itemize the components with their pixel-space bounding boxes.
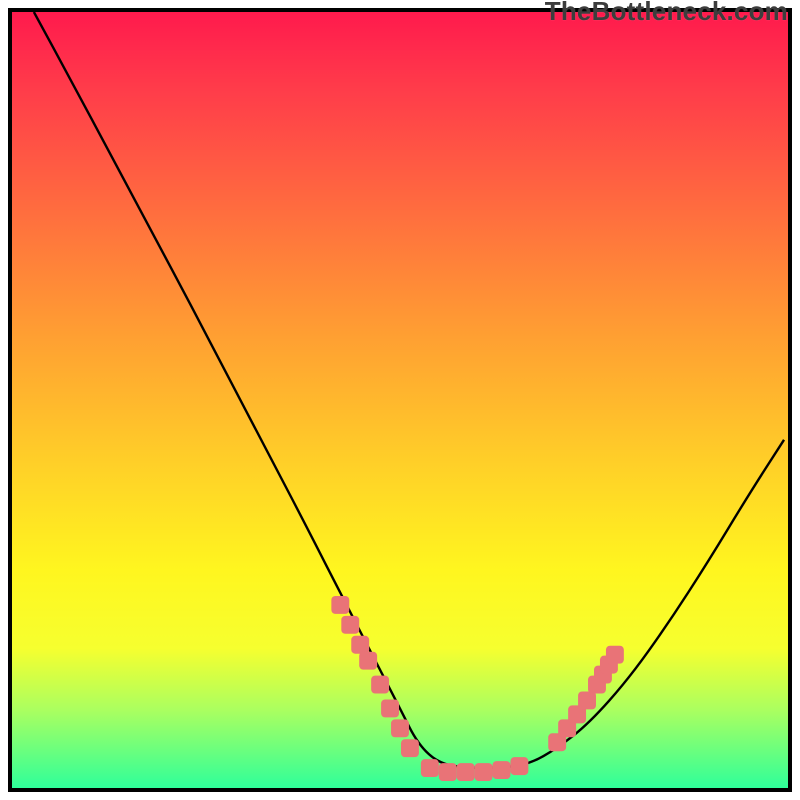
curve-marker: [578, 691, 596, 709]
curve-marker: [401, 739, 419, 757]
curve-markers: [331, 596, 623, 781]
curve-marker: [359, 652, 377, 670]
curve-marker: [371, 676, 389, 694]
curve-marker: [341, 616, 359, 634]
bottleneck-curve: [34, 12, 784, 768]
curve-marker: [457, 763, 475, 781]
chart-overlay-svg: [12, 12, 788, 788]
curve-marker: [391, 719, 409, 737]
curve-marker: [381, 699, 399, 717]
curve-marker: [606, 646, 624, 664]
curve-marker: [510, 757, 528, 775]
curve-marker: [475, 763, 493, 781]
chart-frame: [8, 8, 792, 792]
curve-marker: [331, 596, 349, 614]
curve-marker: [421, 759, 439, 777]
watermark-text: TheBottleneck.com: [545, 0, 788, 27]
curve-marker: [493, 761, 511, 779]
curve-marker: [351, 636, 369, 654]
curve-marker: [439, 763, 457, 781]
